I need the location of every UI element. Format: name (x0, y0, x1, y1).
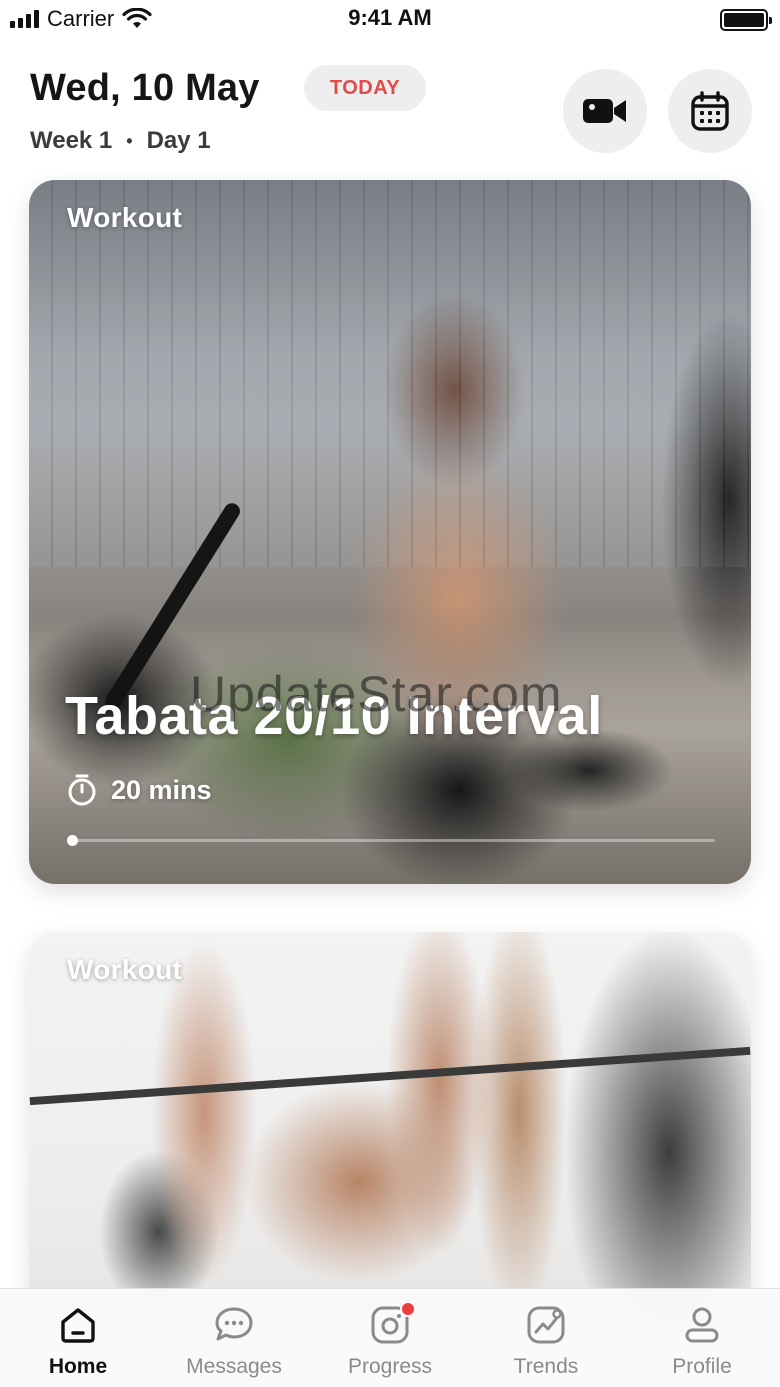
camera-icon (368, 1301, 416, 1347)
date-title: Wed, 10 May (30, 67, 260, 109)
card-tag: Workout (67, 202, 183, 233)
workout-photo (29, 932, 751, 1332)
tab-label: Home (48, 1355, 108, 1378)
progress-indicator (67, 835, 78, 846)
tab-label: Profile (672, 1355, 732, 1378)
header: Wed, 10 May TODAY Week 1 • Day 1 (0, 55, 780, 165)
tab-profile[interactable]: Profile (624, 1289, 780, 1387)
card-tag: Workout (67, 954, 183, 985)
notification-badge (400, 1301, 416, 1317)
week-day-line: Week 1 • Day 1 (30, 127, 211, 155)
video-button[interactable] (563, 69, 647, 153)
tab-messages[interactable]: Messages (156, 1289, 312, 1387)
trends-chart-icon (524, 1303, 568, 1347)
workout-title: Tabata 20/10 Interval (65, 686, 603, 746)
user-icon (680, 1303, 724, 1347)
chat-bubble-icon (212, 1303, 256, 1347)
tab-bar: Home Messages Progress Trends Profile (0, 1288, 780, 1387)
tab-label: Trends (513, 1355, 579, 1378)
status-bar: Carrier 9:41 AM (0, 0, 780, 40)
duration-row: 20 mins (67, 774, 212, 806)
calendar-button[interactable] (668, 69, 752, 153)
stopwatch-icon (68, 774, 96, 806)
tab-label: Messages (186, 1355, 282, 1378)
workout-progress (67, 835, 715, 846)
workout-card[interactable]: Workout Tabata 20/10 Interval 20 mins (29, 180, 751, 884)
tab-home[interactable]: Home (0, 1289, 156, 1387)
home-icon (56, 1303, 100, 1347)
tab-progress[interactable]: Progress (312, 1289, 468, 1387)
tab-label: Progress (347, 1355, 433, 1378)
tab-trends[interactable]: Trends (468, 1289, 624, 1387)
day-label: Day 1 (146, 127, 211, 154)
duration-label: 20 mins (111, 774, 212, 805)
today-badge[interactable]: TODAY (304, 65, 426, 111)
clock: 9:41 AM (348, 5, 432, 30)
battery-icon (720, 9, 772, 31)
week-label: Week 1 (30, 127, 113, 154)
workout-card[interactable]: Workout (29, 932, 751, 1332)
calendar-icon (691, 91, 729, 131)
video-camera-icon (583, 99, 626, 123)
separator-dot: • (126, 130, 133, 151)
